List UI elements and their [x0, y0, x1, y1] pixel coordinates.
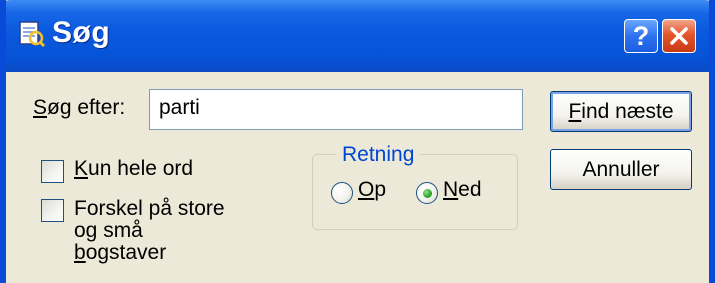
direction-down-label: Ned [443, 178, 482, 201]
match-case-checkbox[interactable] [41, 199, 64, 222]
help-button[interactable]: ? [624, 19, 658, 53]
search-label: Søg efter: [33, 96, 126, 119]
direction-group-title: Retning [336, 143, 421, 167]
match-case-label: Forskel på store og små bogstaver [74, 197, 225, 264]
close-button[interactable] [662, 19, 696, 53]
find-next-button[interactable]: Find næste [550, 91, 692, 132]
window-title: Søg [52, 16, 111, 49]
close-icon [670, 27, 688, 45]
find-dialog: Søg ? Søg efter: parti Find næste Annull… [0, 0, 715, 283]
radio-selected-dot [423, 189, 432, 198]
direction-up-label: Op [358, 178, 387, 201]
whole-word-label: Kun hele ord [74, 157, 194, 180]
search-input[interactable]: parti [149, 89, 523, 130]
help-icon: ? [632, 20, 650, 51]
notepad-icon [19, 21, 46, 48]
direction-up-radio[interactable] [331, 182, 353, 204]
whole-word-checkbox[interactable] [41, 160, 64, 183]
direction-down-radio[interactable] [416, 182, 438, 204]
cancel-button[interactable]: Annuller [550, 149, 692, 190]
title-bar[interactable]: Søg ? [6, 0, 709, 72]
